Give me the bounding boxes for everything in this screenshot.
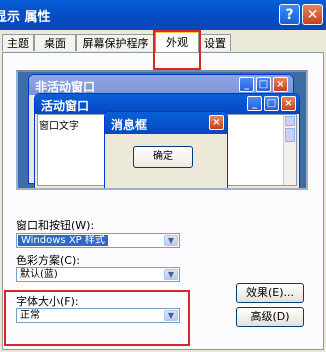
windows-buttons-value: Windows XP 样式	[18, 235, 108, 246]
minimize-icon: _	[239, 77, 254, 92]
windows-buttons-select[interactable]: Windows XP 样式 ▼	[16, 233, 180, 248]
appearance-preview: 非活动窗口 _ □ × 活动窗口 _ □ × 窗口文字 消息框 × 确定	[16, 70, 308, 190]
effects-button[interactable]: 效果(E)...	[236, 283, 304, 303]
scrollbar	[283, 115, 296, 185]
tab-screensaver[interactable]: 屏幕保护程序	[76, 34, 155, 51]
color-scheme-label: 色彩方案(C):	[16, 254, 80, 267]
window-title: 显示 属性	[0, 10, 51, 25]
title-bar: 显示 属性 ? ✕	[0, 0, 326, 30]
message-box-title: 消息框	[111, 118, 148, 132]
scroll-up-icon	[285, 116, 295, 126]
maximize-icon: □	[256, 77, 271, 92]
close-icon: ✕	[306, 7, 319, 23]
color-scheme-select[interactable]: 默认(蓝) ▼	[16, 267, 180, 282]
tab-theme[interactable]: 主题	[2, 34, 34, 51]
minimize-icon: _	[247, 96, 262, 111]
appearance-tab-highlight	[153, 30, 201, 70]
active-window-title: 活动窗口	[41, 99, 90, 113]
tab-desktop[interactable]: 桌面	[34, 34, 76, 51]
tab-settings[interactable]: 设置	[199, 34, 231, 51]
ok-button: 确定	[133, 146, 193, 168]
message-title-bar: 消息框 ×	[105, 112, 227, 134]
close-icon: ×	[273, 77, 288, 92]
window-text: 窗口文字	[39, 121, 79, 132]
windows-buttons-label: 窗口和按钮(W):	[16, 219, 95, 232]
color-scheme-value: 默认(蓝)	[20, 269, 58, 280]
chevron-down-icon[interactable]: ▼	[164, 269, 178, 280]
close-icon: ×	[209, 115, 224, 130]
close-icon: ×	[281, 96, 296, 111]
chevron-down-icon[interactable]: ▼	[164, 235, 178, 246]
inactive-title-bar: 非活动窗口 _ □ ×	[29, 75, 293, 95]
font-size-highlight	[4, 290, 190, 346]
message-box: 消息框 × 确定	[104, 111, 228, 188]
maximize-icon: □	[264, 96, 279, 111]
scroll-thumb	[285, 128, 295, 142]
help-button[interactable]: ?	[279, 4, 300, 25]
close-button[interactable]: ✕	[302, 4, 323, 25]
advanced-button[interactable]: 高级(D)	[236, 307, 304, 327]
